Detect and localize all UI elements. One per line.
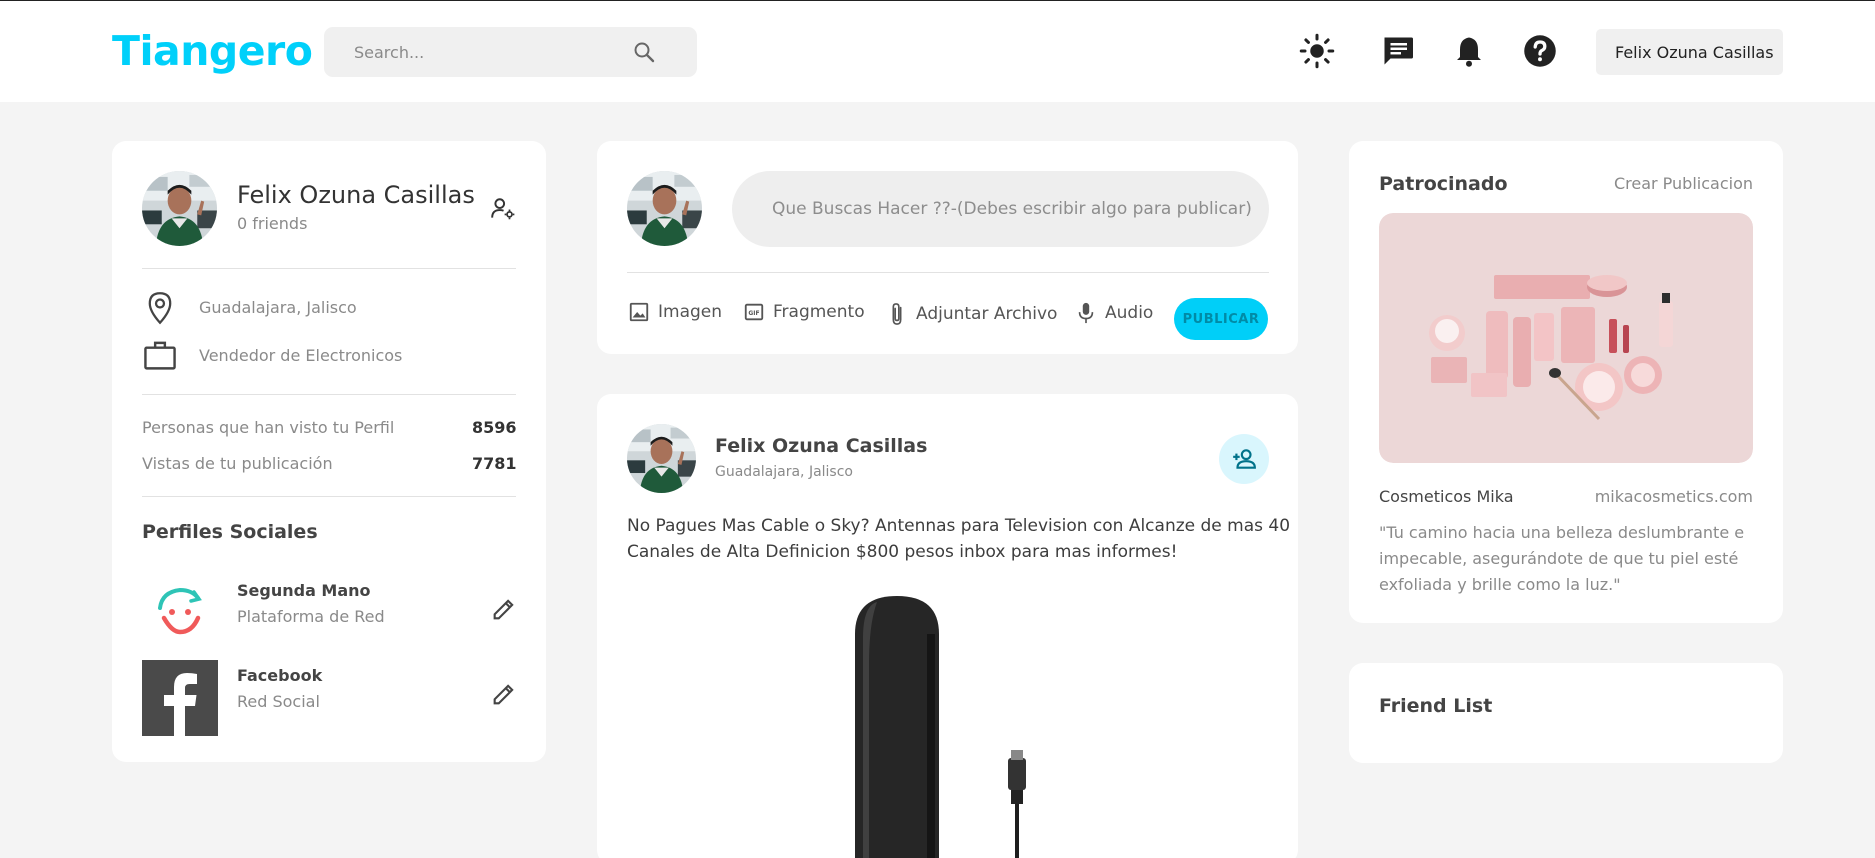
divider [627,272,1269,273]
sun-icon[interactable] [1299,33,1335,69]
sponsor-quote-line: exfoliada y brille como la luz." [1379,575,1621,594]
image-action[interactable]: Imagen [628,301,722,323]
top-navbar: Tiangero Felix Ozuna Casillas [0,0,1875,102]
add-friend-button[interactable] [1219,434,1269,484]
composer-avatar [627,171,702,246]
stat-value: 7781 [472,454,517,473]
attach-action-label: Adjuntar Archivo [916,304,1058,324]
segunda-mano-logo[interactable] [142,574,218,650]
svg-text:GIF: GIF [748,310,759,317]
sponsor-url[interactable]: mikacosmetics.com [1595,487,1753,506]
post-author-avatar[interactable] [627,424,696,493]
message-icon[interactable] [1380,33,1416,69]
bell-icon[interactable] [1451,33,1487,69]
divider [142,268,516,269]
image-action-label: Imagen [658,302,723,322]
search-box [324,27,697,77]
post-composer: Imagen GIF Fragmento Adjuntar Archivo Au… [597,141,1298,354]
microphone-icon [1078,302,1094,324]
stat-label: Vistas de tu publicación [142,454,333,473]
fragment-action-label: Fragmento [773,302,865,322]
post-image[interactable] [797,584,1117,858]
location-text: Guadalajara, Jalisco [199,298,357,317]
divider [142,394,516,395]
sponsored-title: Patrocinado [1379,173,1508,195]
post-location: Guadalajara, Jalisco [715,464,853,480]
post-author-name[interactable]: Felix Ozuna Casillas [715,435,927,457]
fragment-action[interactable]: GIF Fragmento [743,301,865,323]
divider [142,496,516,497]
friend-list-card: Friend List [1349,663,1783,763]
profile-card: Felix Ozuna Casillas 0 friends Guadalaja… [112,141,546,762]
stat-value: 8596 [472,418,517,437]
sponsored-image[interactable] [1379,213,1753,463]
publish-button[interactable]: PUBLICAR [1174,298,1268,340]
stat-label: Personas que han visto tu Perfil [142,418,395,437]
audio-action-label: Audio [1105,303,1154,323]
occupation-text: Vendedor de Electronicos [199,346,403,365]
social-type: Plataforma de Red [237,607,385,626]
person-add-icon [1233,449,1256,469]
friend-list-title: Friend List [1379,695,1493,717]
profile-name[interactable]: Felix Ozuna Casillas [237,181,475,209]
post-text-line: Canales de Alta Definicion $800 pesos in… [627,542,1178,562]
paperclip-icon [892,303,902,325]
post-text-line: No Pagues Mas Cable o Sky? Antennas para… [627,516,1291,536]
social-name: Segunda Mano [237,581,371,600]
edit-icon[interactable] [490,595,518,623]
social-name: Facebook [237,666,323,685]
briefcase-icon [144,341,176,370]
sponsored-card: Patrocinado Crear Publicacion Cosmeticos… [1349,141,1783,623]
post-input[interactable] [732,171,1269,247]
audio-action[interactable]: Audio [1075,301,1153,325]
attach-action[interactable]: Adjuntar Archivo [886,301,1057,327]
social-type: Red Social [237,692,320,711]
gif-icon: GIF [744,303,764,321]
help-icon[interactable] [1522,33,1558,69]
facebook-logo[interactable] [142,660,218,736]
location-icon [148,292,172,325]
image-icon [629,302,649,322]
edit-icon[interactable] [490,680,518,708]
app-logo[interactable]: Tiangero [112,27,313,75]
search-icon[interactable] [632,40,656,64]
user-menu-button[interactable]: Felix Ozuna Casillas [1596,29,1783,75]
profile-avatar[interactable] [142,171,217,246]
sponsor-brand: Cosmeticos Mika [1379,487,1514,506]
social-profiles-title: Perfiles Sociales [142,521,318,543]
friends-count: 0 friends [237,214,308,233]
sponsor-quote-line: impecable, asegurándote de que tu piel e… [1379,549,1739,568]
post-card: Felix Ozuna Casillas Guadalajara, Jalisc… [597,394,1298,858]
manage-account-icon[interactable] [490,196,516,222]
sponsor-quote-line: "Tu camino hacia una belleza deslumbrant… [1379,523,1745,542]
create-post-link[interactable]: Crear Publicacion [1614,174,1753,193]
